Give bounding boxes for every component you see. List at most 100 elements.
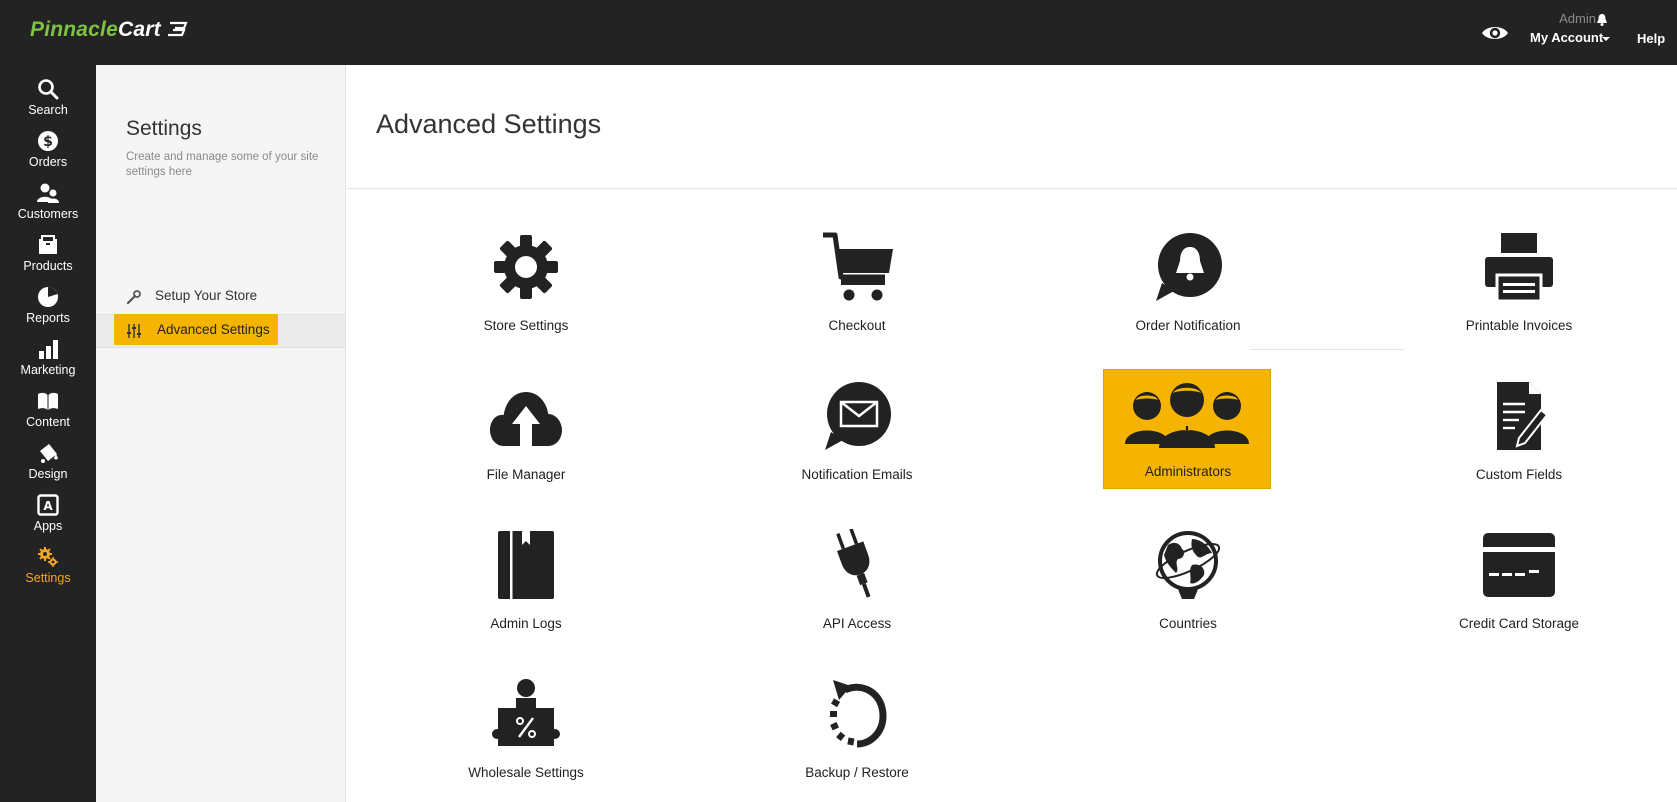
tile-label: Printable Invoices: [1465, 318, 1573, 333]
wholesale-icon: [492, 679, 560, 746]
logbook-icon: [498, 531, 554, 599]
tile-label: File Manager: [486, 467, 566, 482]
admin-label: Admin: [1559, 11, 1596, 26]
tile-backup-restore[interactable]: Backup / Restore: [773, 670, 941, 790]
apps-icon: A: [37, 494, 59, 516]
globe-icon: [1155, 531, 1221, 599]
plug-icon: [836, 529, 871, 598]
tile-label: Custom Fields: [1475, 467, 1563, 482]
pinnaclecart-logo[interactable]: Pinnacle Cart: [30, 18, 189, 42]
tile-label: Order Notification: [1135, 318, 1241, 333]
tile-label: Notification Emails: [801, 467, 913, 482]
dollar-icon: $: [38, 131, 58, 151]
tile-label: API Access: [822, 616, 892, 631]
nav-label: Design: [28, 467, 68, 481]
nav-label: Customers: [17, 207, 79, 221]
document-edit-icon: [1497, 382, 1549, 450]
wrench-icon: [126, 290, 141, 305]
tile-store-settings[interactable]: Store Settings: [442, 223, 610, 343]
tile-label: Wholesale Settings: [468, 765, 584, 780]
nav-item-marketing[interactable]: Marketing: [0, 338, 96, 388]
nav-item-content[interactable]: Content: [0, 390, 96, 440]
nav-label: Content: [26, 415, 70, 429]
gears-icon: [38, 547, 58, 567]
divider: [1250, 349, 1405, 350]
logo-text-pinnacle: Pinnacle: [30, 18, 118, 41]
svg-text:A: A: [43, 499, 53, 513]
tile-custom-fields[interactable]: Custom Fields: [1435, 372, 1603, 492]
my-account-label: My Account: [1530, 30, 1604, 45]
search-icon: [38, 79, 59, 100]
book-icon: [38, 392, 58, 410]
tile-label: Administrators: [1144, 464, 1232, 479]
tile-file-manager[interactable]: File Manager: [442, 372, 610, 492]
subnav-description: Create and manage some of your site sett…: [126, 151, 319, 178]
settings-subnav: Settings Create and manage some of your …: [96, 65, 346, 802]
cloud-upload-icon: [490, 392, 562, 446]
nav-label: Products: [23, 259, 73, 273]
tile-order-notification[interactable]: Order Notification: [1104, 223, 1272, 343]
account-menu[interactable]: Admin My Account: [1528, 10, 1610, 50]
main-sidebar: Search $ Orders Customers Products Repor…: [0, 65, 96, 802]
tile-label: Admin Logs: [490, 616, 562, 631]
subnav-item-advanced-settings[interactable]: Advanced Settings: [96, 314, 345, 348]
nav-label: Reports: [26, 311, 70, 325]
nav-label: Marketing: [20, 363, 76, 377]
notifications-bell-icon[interactable]: [1596, 13, 1608, 26]
bell-bubble-icon: [1156, 233, 1222, 301]
paint-bucket-icon: [40, 444, 58, 463]
nav-label: Search: [28, 103, 68, 117]
subnav-item-label: Setup Your Store: [155, 288, 258, 303]
tile-label: Credit Card Storage: [1458, 616, 1580, 631]
tile-administrators[interactable]: Administrators: [1103, 369, 1271, 489]
tile-label: Checkout: [828, 318, 886, 333]
tile-countries[interactable]: Countries: [1104, 521, 1272, 641]
subnav-item-setup-your-store[interactable]: Setup Your Store: [96, 279, 345, 313]
tile-credit-card-storage[interactable]: Credit Card Storage: [1435, 521, 1603, 641]
tile-wholesale-settings[interactable]: Wholesale Settings: [442, 670, 610, 790]
help-link[interactable]: Help: [1637, 31, 1665, 46]
page-title: Advanced Settings: [376, 109, 602, 139]
subnav-item-label: Advanced Settings: [157, 322, 270, 337]
top-bar: Pinnacle Cart Admin My Account Help: [0, 0, 1677, 65]
bar-chart-icon: [39, 340, 58, 359]
preview-store-eye-icon[interactable]: [1480, 22, 1510, 44]
credit-card-icon: [1483, 533, 1555, 597]
nav-item-customers[interactable]: Customers: [0, 182, 96, 232]
tile-label: Backup / Restore: [805, 765, 909, 780]
users-icon: [37, 183, 59, 203]
subnav-title: Settings: [126, 117, 202, 140]
box-icon: [39, 235, 57, 254]
nav-item-settings[interactable]: Settings: [0, 546, 96, 596]
tile-api-access[interactable]: API Access: [773, 521, 941, 641]
tile-notification-emails[interactable]: Notification Emails: [773, 372, 941, 492]
divider: [347, 188, 1677, 189]
main-content: Advanced Settings Store Settings Checkou…: [347, 65, 1677, 802]
tile-checkout[interactable]: Checkout: [773, 223, 941, 343]
nav-label: Settings: [25, 571, 71, 585]
tile-admin-logs[interactable]: Admin Logs: [442, 521, 610, 641]
tile-label: Countries: [1159, 616, 1217, 631]
backup-restore-icon: [830, 680, 887, 748]
gear-icon: [494, 235, 558, 299]
nav-item-reports[interactable]: Reports: [0, 286, 96, 336]
printer-icon: [1485, 233, 1553, 303]
tile-printable-invoices[interactable]: Printable Invoices: [1435, 223, 1603, 343]
nav-item-design[interactable]: Design: [0, 442, 96, 492]
chevron-down-icon: [1602, 37, 1610, 41]
logo-mark-icon: [167, 21, 188, 37]
nav-label: Orders: [28, 155, 68, 169]
nav-item-search[interactable]: Search: [0, 78, 96, 128]
nav-item-orders[interactable]: $ Orders: [0, 130, 96, 180]
envelope-bubble-icon: [825, 382, 891, 450]
administrators-icon: [1125, 383, 1249, 448]
logo-text-cart: Cart: [117, 18, 161, 41]
nav-item-products[interactable]: Products: [0, 234, 96, 284]
nav-label: Apps: [33, 519, 63, 533]
svg-text:$: $: [43, 134, 53, 150]
cart-icon: [823, 232, 893, 301]
tile-label: Store Settings: [483, 318, 569, 333]
pie-chart-icon: [38, 287, 58, 307]
sliders-icon: [127, 324, 141, 338]
nav-item-apps[interactable]: A Apps: [0, 494, 96, 544]
